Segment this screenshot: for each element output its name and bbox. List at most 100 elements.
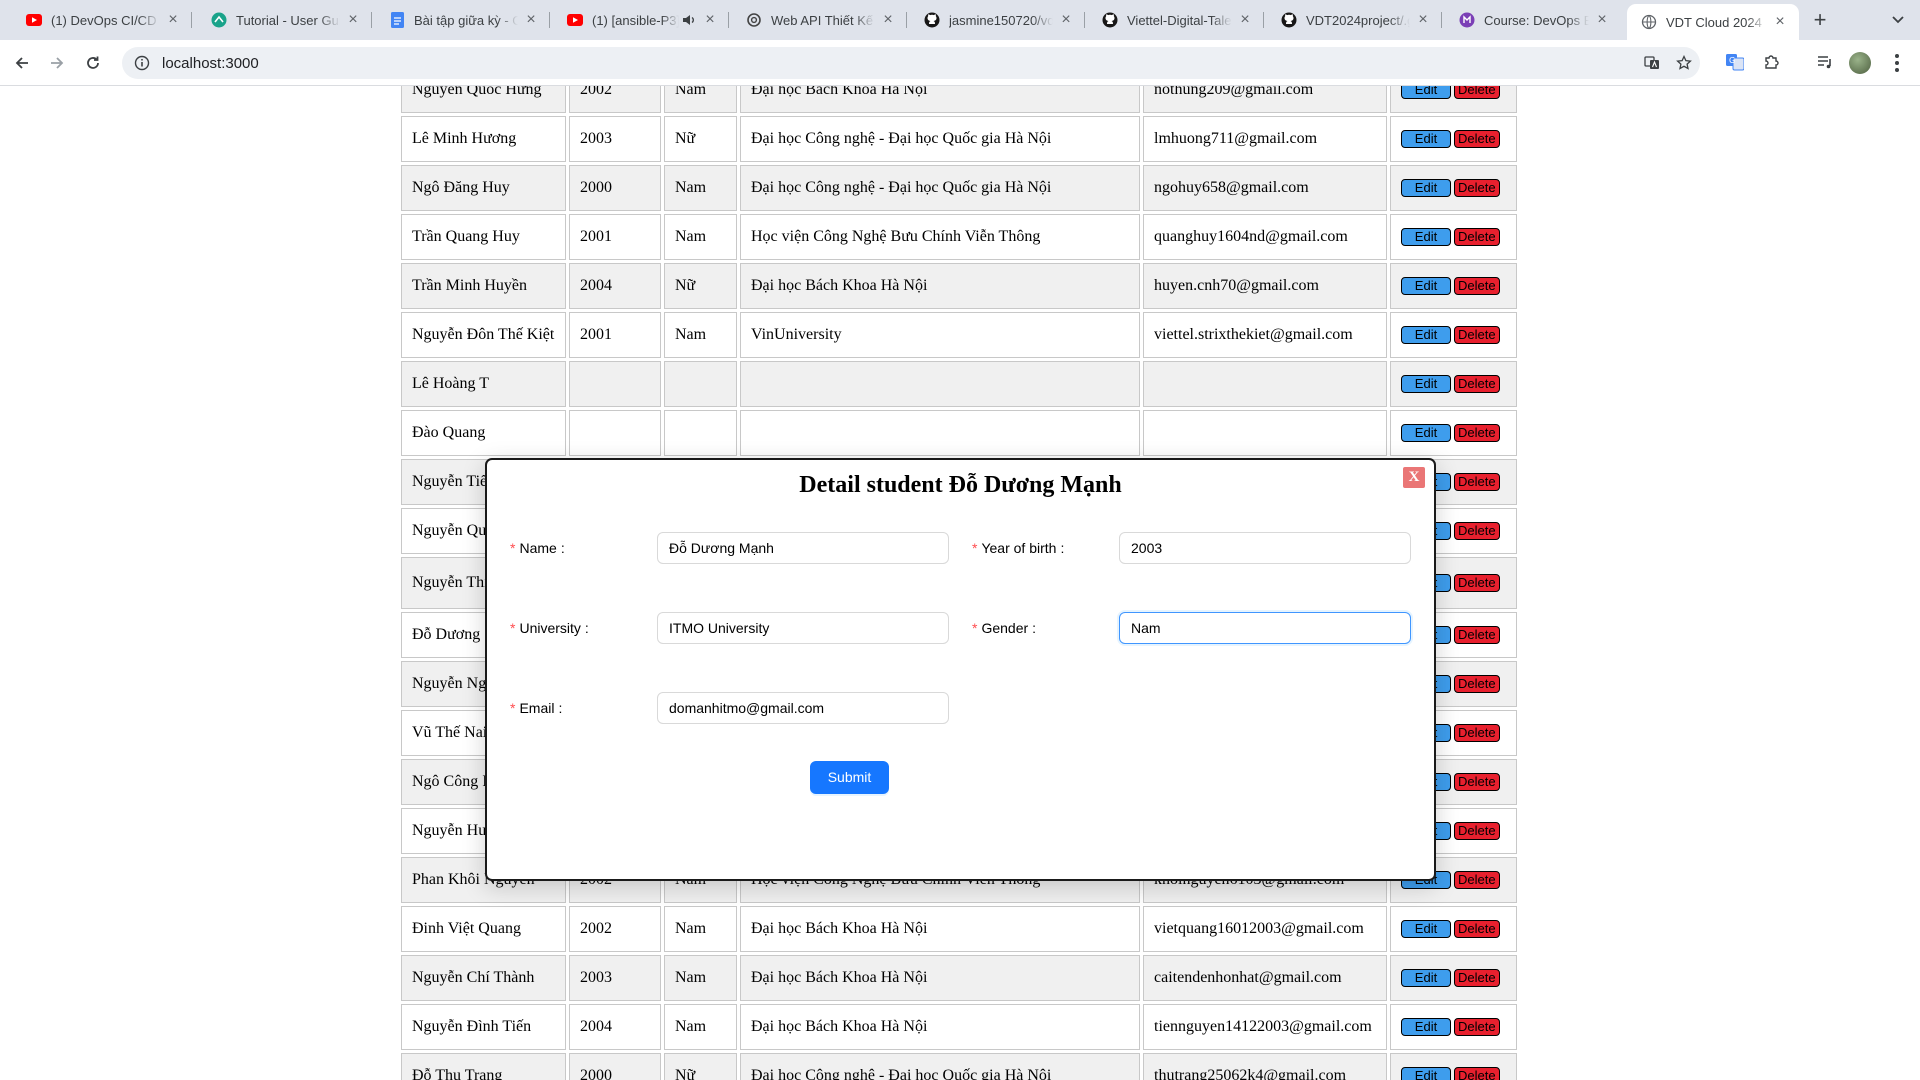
- tab-close-icon[interactable]: ×: [1771, 13, 1789, 31]
- tab-title: jasmine150720/vdt: [949, 12, 1053, 28]
- edit-button[interactable]: Edit: [1401, 86, 1451, 99]
- gender-input[interactable]: Nam: [1119, 612, 1411, 644]
- delete-button[interactable]: Delete: [1454, 522, 1500, 540]
- delete-button[interactable]: Delete: [1454, 920, 1500, 938]
- university-cell: Học viện Công Nghệ Bưu Chính Viễn Thông: [740, 214, 1140, 260]
- edit-button[interactable]: Edit: [1401, 277, 1451, 295]
- delete-button[interactable]: Delete: [1454, 130, 1500, 148]
- table-row: Nguyễn Chí Thành 2003 Nam Đại học Bách Khoa…: [401, 955, 1517, 1001]
- back-arrow-icon[interactable]: [8, 49, 36, 77]
- media-controls-icon[interactable]: [1813, 50, 1837, 74]
- browser-tab[interactable]: Web API Thiết Kế Đ ×: [732, 4, 907, 36]
- tab-title: Viettel-Digital-Tale: [1127, 12, 1232, 28]
- modal-close-button[interactable]: X: [1403, 467, 1425, 488]
- browser-tab[interactable]: Tutorial - User Guid ×: [197, 4, 372, 36]
- email-input[interactable]: domanhitmo@gmail.com: [657, 692, 949, 724]
- edit-button[interactable]: Edit: [1401, 920, 1451, 938]
- delete-button[interactable]: Delete: [1454, 86, 1500, 99]
- browser-menu-icon[interactable]: [1887, 51, 1907, 75]
- delete-button[interactable]: Delete: [1454, 228, 1500, 246]
- browser-tab[interactable]: VDT Cloud 2024 ×: [1627, 4, 1799, 40]
- delete-button[interactable]: Delete: [1454, 724, 1500, 742]
- delete-button[interactable]: Delete: [1454, 626, 1500, 644]
- edit-button[interactable]: Edit: [1401, 375, 1451, 393]
- extensions-puzzle-icon[interactable]: [1760, 50, 1784, 74]
- edit-button[interactable]: Edit: [1401, 228, 1451, 246]
- site-info-icon[interactable]: [134, 55, 150, 71]
- university-cell: Đại học Bách Khoa Hà Nội: [740, 263, 1140, 309]
- year-cell: [569, 361, 661, 407]
- edit-button[interactable]: Edit: [1401, 179, 1451, 197]
- university-input[interactable]: ITMO University: [657, 612, 949, 644]
- delete-button[interactable]: Delete: [1454, 969, 1500, 987]
- tab-close-icon[interactable]: ×: [879, 11, 897, 29]
- speaker-icon[interactable]: [681, 12, 697, 28]
- tab-close-icon[interactable]: ×: [344, 11, 362, 29]
- tab-close-icon[interactable]: ×: [701, 11, 719, 29]
- delete-button[interactable]: Delete: [1454, 675, 1500, 693]
- delete-button[interactable]: Delete: [1454, 871, 1500, 889]
- google-translate-extension-icon[interactable]: G: [1723, 50, 1747, 74]
- tab-close-icon[interactable]: ×: [1414, 11, 1432, 29]
- delete-button[interactable]: Delete: [1454, 326, 1500, 344]
- browser-tab[interactable]: VDT2024project/.g ×: [1267, 4, 1442, 36]
- table-row: Đinh Việt Quang 2002 Nam Đại học Bách Khoa …: [401, 906, 1517, 952]
- table-row: Nguyễn Quốc Hưng 2002 Nam Đại học Bách Khoa…: [401, 86, 1517, 113]
- delete-button[interactable]: Delete: [1454, 1067, 1500, 1080]
- name-input[interactable]: Đỗ Dương Mạnh: [657, 532, 949, 564]
- email-cell: caitendenhonhat@gmail.com: [1143, 955, 1387, 1001]
- youtube-icon: [26, 12, 42, 28]
- edit-button[interactable]: Edit: [1401, 424, 1451, 442]
- browser-tab[interactable]: Viettel-Digital-Tale ×: [1088, 4, 1264, 36]
- browser-tab[interactable]: jasmine150720/vdt ×: [910, 4, 1085, 36]
- tab-separator: [728, 12, 729, 28]
- actions-cell: EditDelete: [1390, 312, 1517, 358]
- new-tab-button[interactable]: +: [1806, 6, 1834, 34]
- forward-arrow-icon[interactable]: [43, 49, 71, 77]
- translate-icon[interactable]: [1644, 55, 1660, 71]
- gender-cell: Nam: [664, 1004, 737, 1050]
- delete-button[interactable]: Delete: [1454, 773, 1500, 791]
- browser-tab[interactable]: Bài tập giữa kỳ - Go×: [375, 4, 550, 36]
- browser-tab[interactable]: Course: DevOps Bo ×: [1445, 4, 1621, 36]
- year-cell: 2000: [569, 1053, 661, 1080]
- bookmark-star-icon[interactable]: [1676, 55, 1692, 71]
- edit-button[interactable]: Edit: [1401, 1018, 1451, 1036]
- delete-button[interactable]: Delete: [1454, 424, 1500, 442]
- edit-button[interactable]: Edit: [1401, 969, 1451, 987]
- tab-close-icon[interactable]: ×: [1236, 11, 1254, 29]
- tab-close-icon[interactable]: ×: [164, 11, 182, 29]
- profile-avatar[interactable]: [1849, 52, 1871, 74]
- address-bar[interactable]: localhost:3000: [122, 47, 1700, 79]
- delete-button[interactable]: Delete: [1454, 822, 1500, 840]
- edit-button[interactable]: Edit: [1401, 326, 1451, 344]
- tab-separator: [191, 12, 192, 28]
- year-of-birth-input[interactable]: 2003: [1119, 532, 1411, 564]
- tab-close-icon[interactable]: ×: [522, 11, 540, 29]
- browser-tab[interactable]: (1) DevOps CI/CD E ×: [12, 4, 192, 36]
- university-cell: Đại học Bách Khoa Hà Nội: [740, 955, 1140, 1001]
- submit-button[interactable]: Submit: [810, 761, 889, 794]
- tab-close-icon[interactable]: ×: [1057, 11, 1075, 29]
- tab-separator: [549, 12, 550, 28]
- edit-button[interactable]: Edit: [1401, 130, 1451, 148]
- actions-cell: EditDelete: [1390, 906, 1517, 952]
- gender-cell: Nam: [664, 906, 737, 952]
- delete-button[interactable]: Delete: [1454, 277, 1500, 295]
- delete-button[interactable]: Delete: [1454, 179, 1500, 197]
- student-name-cell: Lê Minh Hương: [401, 116, 566, 162]
- year-cell: 2004: [569, 263, 661, 309]
- tab-close-icon[interactable]: ×: [1593, 11, 1611, 29]
- gender-cell: [664, 361, 737, 407]
- email-cell: viettel.strixthekiet@gmail.com: [1143, 312, 1387, 358]
- delete-button[interactable]: Delete: [1454, 1018, 1500, 1036]
- tab-search-chevron-icon[interactable]: [1886, 8, 1910, 32]
- delete-button[interactable]: Delete: [1454, 375, 1500, 393]
- student-name-cell: Nguyễn Đình Tiến: [401, 1004, 566, 1050]
- delete-button[interactable]: Delete: [1454, 473, 1500, 491]
- browser-tab[interactable]: (1) [ansible-P3] ×: [553, 4, 729, 36]
- edit-button[interactable]: Edit: [1401, 1067, 1451, 1080]
- university-cell: Đại học Công nghệ - Đại học Quốc gia Hà …: [740, 116, 1140, 162]
- reload-icon[interactable]: [79, 49, 107, 77]
- delete-button[interactable]: Delete: [1454, 574, 1500, 592]
